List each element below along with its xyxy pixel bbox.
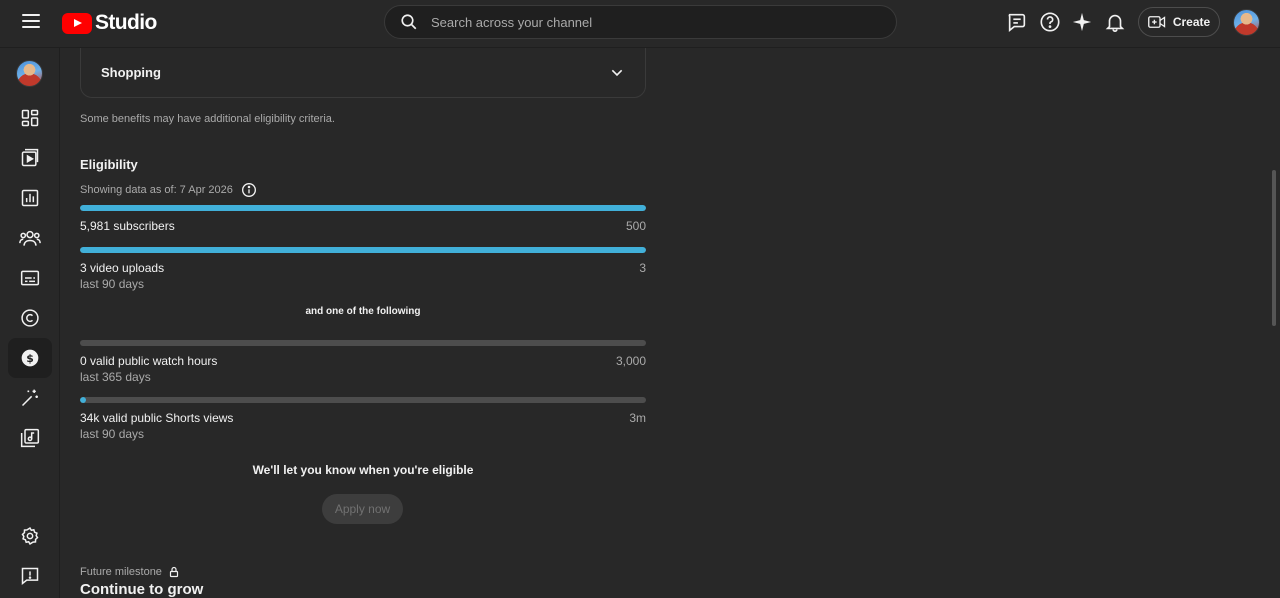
requirement-subscribers: 5,981 subscribers 500 <box>80 205 646 233</box>
sidebar-item-settings[interactable] <box>8 516 52 556</box>
dashboard-icon <box>21 109 39 127</box>
eligibility-title: Eligibility <box>80 157 138 172</box>
logo-text: Studio <box>95 11 157 34</box>
feedback-icon[interactable] <box>1005 10 1029 34</box>
copyright-icon <box>21 309 39 327</box>
progress-track <box>80 397 646 403</box>
sidebar: $ <box>0 48 60 598</box>
sidebar-item-community[interactable] <box>8 218 52 258</box>
channel-avatar[interactable] <box>16 60 43 87</box>
progress-track <box>80 247 646 253</box>
subtitles-icon <box>20 270 40 286</box>
youtube-logo-icon <box>62 12 92 34</box>
account-avatar[interactable] <box>1233 9 1260 36</box>
sidebar-item-dashboard[interactable] <box>8 98 52 138</box>
and-one-following: and one of the following <box>305 306 421 317</box>
community-icon <box>19 230 41 246</box>
sidebar-item-customization[interactable] <box>8 378 52 418</box>
progress-fill <box>80 205 646 211</box>
eligibility-message: We'll let you know when you're eligible <box>252 463 474 477</box>
future-milestone-label: Future milestone <box>80 566 162 578</box>
requirement-period: last 90 days <box>80 277 145 291</box>
lock-icon <box>169 566 179 578</box>
sidebar-item-audio-library[interactable] <box>8 418 52 458</box>
shopping-title: Shopping <box>101 65 161 80</box>
audio-library-icon <box>20 428 40 448</box>
search-icon[interactable] <box>399 12 419 32</box>
earn-icon: $ <box>21 349 39 367</box>
sparkle-icon[interactable] <box>1070 10 1094 34</box>
requirement-label: 34k valid public Shorts views <box>80 411 234 425</box>
scrollbar[interactable] <box>1272 170 1276 326</box>
sidebar-item-subtitles[interactable] <box>8 258 52 298</box>
eligibility-note: Some benefits may have additional eligib… <box>80 113 335 125</box>
continue-to-grow-title: Continue to grow <box>80 581 204 598</box>
top-bar: Studio Create <box>0 0 1280 48</box>
chevron-down-icon[interactable] <box>609 65 625 81</box>
apply-now-button[interactable]: Apply now <box>322 494 403 524</box>
data-as-of-text: Showing data as of: 7 Apr 2026 <box>80 184 233 196</box>
help-icon[interactable] <box>1038 10 1062 34</box>
requirement-shorts-views: 34k valid public Shorts views 3m last 90… <box>80 397 646 441</box>
menu-icon[interactable] <box>22 14 40 28</box>
progress-track <box>80 340 646 346</box>
requirement-period: last 90 days <box>80 427 145 441</box>
requirement-label: 0 valid public watch hours <box>80 354 218 368</box>
create-label: Create <box>1172 15 1211 29</box>
create-video-icon <box>1147 16 1165 28</box>
requirement-target: 500 <box>625 219 646 233</box>
svg-text:$: $ <box>26 352 34 365</box>
requirement-label: 3 video uploads <box>80 261 165 275</box>
search-bar[interactable] <box>384 5 897 39</box>
settings-icon <box>21 527 39 545</box>
create-button[interactable]: Create <box>1138 7 1220 37</box>
requirement-label: 5,981 subscribers <box>80 219 175 233</box>
sidebar-item-analytics[interactable] <box>8 178 52 218</box>
progress-track <box>80 205 646 211</box>
send-feedback-icon <box>21 567 39 586</box>
future-milestone: Future milestone <box>80 566 180 578</box>
requirement-period: last 365 days <box>80 370 151 384</box>
requirement-uploads: 3 video uploads 3 last 90 days <box>80 247 646 291</box>
studio-logo[interactable]: Studio <box>62 11 157 35</box>
customization-icon <box>21 389 38 407</box>
sidebar-item-send-feedback[interactable] <box>8 556 52 596</box>
notifications-icon[interactable] <box>1103 10 1127 34</box>
shopping-accordion[interactable]: Shopping <box>80 48 646 98</box>
requirement-target: 3 <box>639 261 646 275</box>
sidebar-item-content[interactable] <box>8 138 52 178</box>
sidebar-item-earn[interactable]: $ <box>8 338 52 378</box>
sidebar-item-copyright[interactable] <box>8 298 52 338</box>
search-input[interactable] <box>431 14 871 30</box>
requirement-target: 3,000 <box>615 354 646 368</box>
requirement-watch-hours: 0 valid public watch hours 3,000 last 36… <box>80 340 646 384</box>
progress-fill <box>80 247 646 253</box>
analytics-icon <box>21 189 39 207</box>
content-icon <box>21 148 39 167</box>
data-as-of: Showing data as of: 7 Apr 2026 <box>80 182 257 198</box>
requirement-target: 3m <box>629 411 646 425</box>
progress-fill <box>80 397 87 403</box>
info-icon[interactable] <box>241 182 257 198</box>
